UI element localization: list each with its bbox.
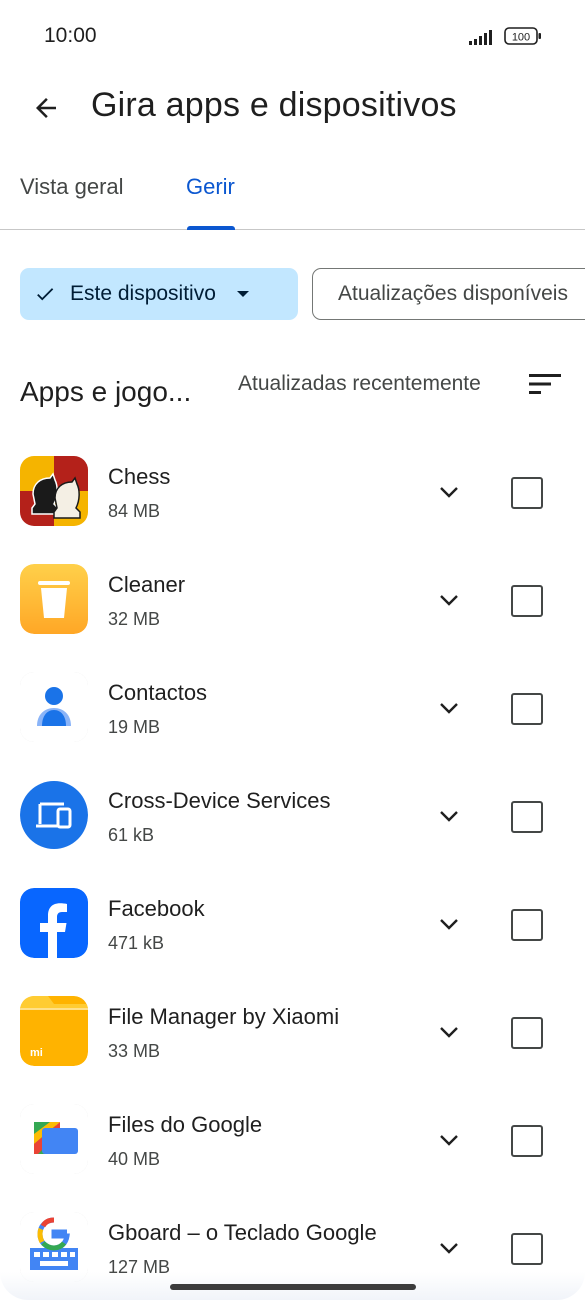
tab-overview[interactable]: Vista geral (20, 174, 124, 200)
app-name: Contactos (108, 680, 208, 705)
page-title: Gira apps e dispositivos (91, 86, 457, 124)
battery-icon: 100 (504, 27, 541, 45)
trash-icon (20, 564, 88, 634)
app-name: Cross-Device Services (108, 788, 331, 813)
dropdown-caret-icon (236, 291, 249, 297)
arrow-back-icon (36, 98, 56, 118)
chevron-down-icon (440, 595, 458, 606)
select-checkbox[interactable] (511, 693, 543, 725)
tab-indicator (187, 226, 235, 230)
app-name: Gboard – o Teclado Google (108, 1220, 377, 1245)
chevron-down-icon (440, 487, 458, 498)
this-device-chip[interactable]: Este dispositivo (20, 268, 298, 320)
app-row[interactable]: Contactos 19 MB (0, 656, 585, 764)
app-size: 84 MB (108, 501, 161, 521)
expand-button[interactable] (430, 1122, 468, 1158)
updates-available-chip-label: Atualizações disponíveis (338, 282, 568, 305)
expand-button[interactable] (430, 798, 468, 834)
expand-button[interactable] (430, 582, 468, 618)
app-bar: Gira apps e dispositivos (0, 72, 585, 142)
filter-chips: Este dispositivo Atualizações disponívei… (0, 268, 585, 322)
select-checkbox[interactable] (511, 585, 543, 617)
gesture-nav-handle[interactable] (170, 1284, 416, 1290)
chevron-down-icon (440, 703, 458, 714)
expand-button[interactable] (430, 690, 468, 726)
select-checkbox[interactable] (511, 1125, 543, 1157)
this-device-chip-label: Este dispositivo (70, 282, 216, 305)
tab-manage[interactable]: Gerir (186, 174, 235, 200)
select-checkbox[interactable] (511, 1017, 543, 1049)
battery-level: 100 (512, 32, 530, 44)
app-row[interactable]: Cross-Device Services 61 kB (0, 764, 585, 872)
tab-bar: Vista geral Gerir (0, 152, 585, 230)
status-time: 10:00 (44, 24, 97, 47)
expand-button[interactable] (430, 1230, 468, 1266)
app-row[interactable]: Facebook 471 kB (0, 872, 585, 980)
app-row[interactable]: Files do Google 40 MB (0, 1088, 585, 1196)
svg-text:mi: mi (30, 1047, 43, 1059)
chevron-down-icon (440, 1135, 458, 1146)
person-icon (20, 672, 88, 742)
facebook-icon (20, 888, 88, 958)
chevron-down-icon (440, 919, 458, 930)
app-name: Cleaner (108, 572, 186, 597)
app-name: Chess (108, 464, 171, 489)
sort-icon[interactable] (529, 372, 561, 396)
chevron-down-icon (440, 1027, 458, 1038)
chess-icon (20, 456, 88, 526)
folder-icon: mi (20, 996, 88, 1066)
list-title: Apps e jogo... (20, 376, 192, 407)
app-size: 40 MB (108, 1149, 161, 1169)
app-name: Facebook (108, 896, 205, 921)
app-size: 32 MB (108, 609, 161, 629)
files-icon (20, 1104, 88, 1174)
signal-icon (469, 30, 492, 45)
select-checkbox[interactable] (511, 477, 543, 509)
app-size: 19 MB (108, 717, 161, 737)
back-button[interactable] (24, 86, 68, 130)
check-icon (37, 288, 54, 301)
app-row[interactable]: Cleaner 32 MB (0, 548, 585, 656)
sort-button-label[interactable]: Atualizadas recentemente (238, 372, 481, 396)
list-header: Apps e jogo... Atualizadas recentemente (0, 364, 585, 418)
expand-button[interactable] (430, 474, 468, 510)
devices-icon (20, 780, 88, 850)
select-checkbox[interactable] (511, 801, 543, 833)
app-name: File Manager by Xiaomi (108, 1004, 340, 1029)
app-name: Files do Google (108, 1112, 263, 1137)
app-size: 471 kB (108, 933, 165, 953)
app-size: 61 kB (108, 825, 155, 845)
app-row[interactable]: mi File Manager by Xiaomi 33 MB (0, 980, 585, 1088)
expand-button[interactable] (430, 906, 468, 942)
app-size: 33 MB (108, 1041, 161, 1061)
status-bar: 10:00 100 (0, 0, 585, 72)
app-row[interactable]: Chess 84 MB (0, 440, 585, 548)
select-checkbox[interactable] (511, 1233, 543, 1265)
expand-button[interactable] (430, 1014, 468, 1050)
chevron-down-icon (440, 811, 458, 822)
select-checkbox[interactable] (511, 909, 543, 941)
chevron-down-icon (440, 1243, 458, 1254)
updates-available-chip[interactable]: Atualizações disponíveis (312, 268, 585, 320)
